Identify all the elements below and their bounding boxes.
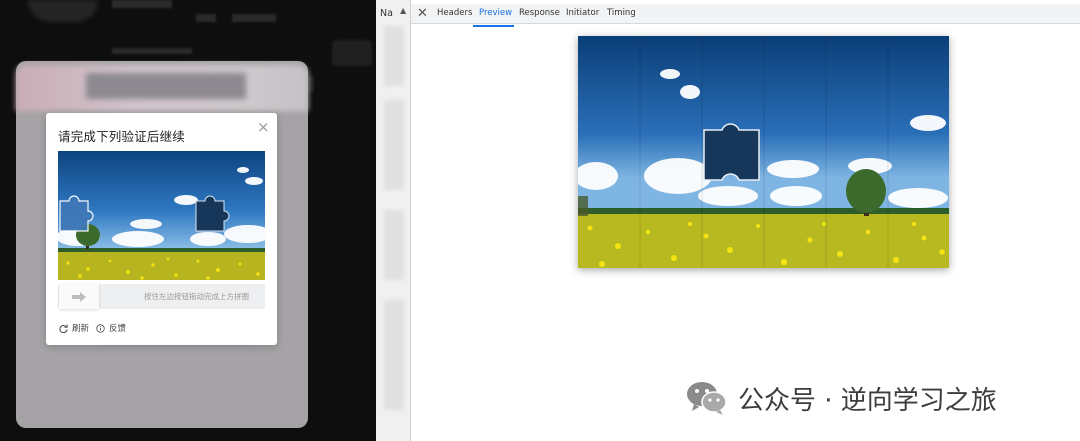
blurred-stat xyxy=(196,14,216,22)
tab-initiator[interactable]: Initiator xyxy=(566,8,599,18)
feedback-label: 反馈 xyxy=(109,324,127,334)
slider-hint: 按住左边按钮拖动完成上方拼图 xyxy=(144,292,249,301)
tab-response[interactable]: Response xyxy=(519,8,560,18)
blurred-stat xyxy=(232,14,276,22)
blurred-title xyxy=(112,0,172,8)
captcha-title: 请完成下列验证后继续 xyxy=(58,129,186,144)
devtools-tabbar: ✕ Headers Preview Response Initiator Tim… xyxy=(411,4,1080,27)
blurred-modal-title xyxy=(86,73,246,99)
refresh-label: 刷新 xyxy=(72,324,90,334)
slider-handle[interactable] xyxy=(59,284,99,309)
close-icon[interactable]: ✕ xyxy=(417,5,428,22)
blurred-avatar xyxy=(28,0,98,22)
wechat-watermark: 公众号 · 逆向学习之旅 xyxy=(686,378,997,418)
blurred-request-rows xyxy=(384,26,404,86)
network-request-list: Na ▲ xyxy=(376,0,411,441)
close-icon[interactable]: × xyxy=(257,120,270,135)
tab-timing[interactable]: Timing xyxy=(607,8,636,18)
feedback-button[interactable]: 反馈 xyxy=(96,322,126,334)
captcha-puzzle-image xyxy=(58,151,265,280)
watermark-text: 公众号 · 逆向学习之旅 xyxy=(738,385,997,416)
blurred-request-rows xyxy=(384,300,404,410)
tab-preview[interactable]: Preview xyxy=(479,8,512,18)
active-tab-indicator xyxy=(473,25,514,27)
devtools-panel: ✕ Headers Preview Response Initiator Tim… xyxy=(411,0,1080,441)
tab-headers[interactable]: Headers xyxy=(437,8,472,18)
blurred-text-line xyxy=(112,48,192,54)
sort-arrow-icon[interactable]: ▲ xyxy=(400,6,406,15)
refresh-icon xyxy=(59,323,68,333)
blurred-request-rows xyxy=(384,210,404,280)
captcha-dialog: 请完成下列验证后继续 × 按住左边按钮拖动完成上方拼图 刷新 反馈 xyxy=(46,113,277,345)
name-column-header[interactable]: Na xyxy=(380,8,393,19)
refresh-button[interactable]: 刷新 xyxy=(59,322,89,334)
wechat-icon xyxy=(687,382,727,415)
info-icon xyxy=(96,323,105,333)
response-image-preview xyxy=(578,36,949,268)
blurred-button xyxy=(332,40,372,66)
captcha-slider-track[interactable]: 按住左边按钮拖动完成上方拼图 xyxy=(58,284,265,309)
arrow-right-icon xyxy=(72,291,86,302)
blurred-page-background: 请完成下列验证后继续 × 按住左边按钮拖动完成上方拼图 刷新 反馈 xyxy=(0,0,376,441)
blurred-request-rows xyxy=(384,100,404,190)
